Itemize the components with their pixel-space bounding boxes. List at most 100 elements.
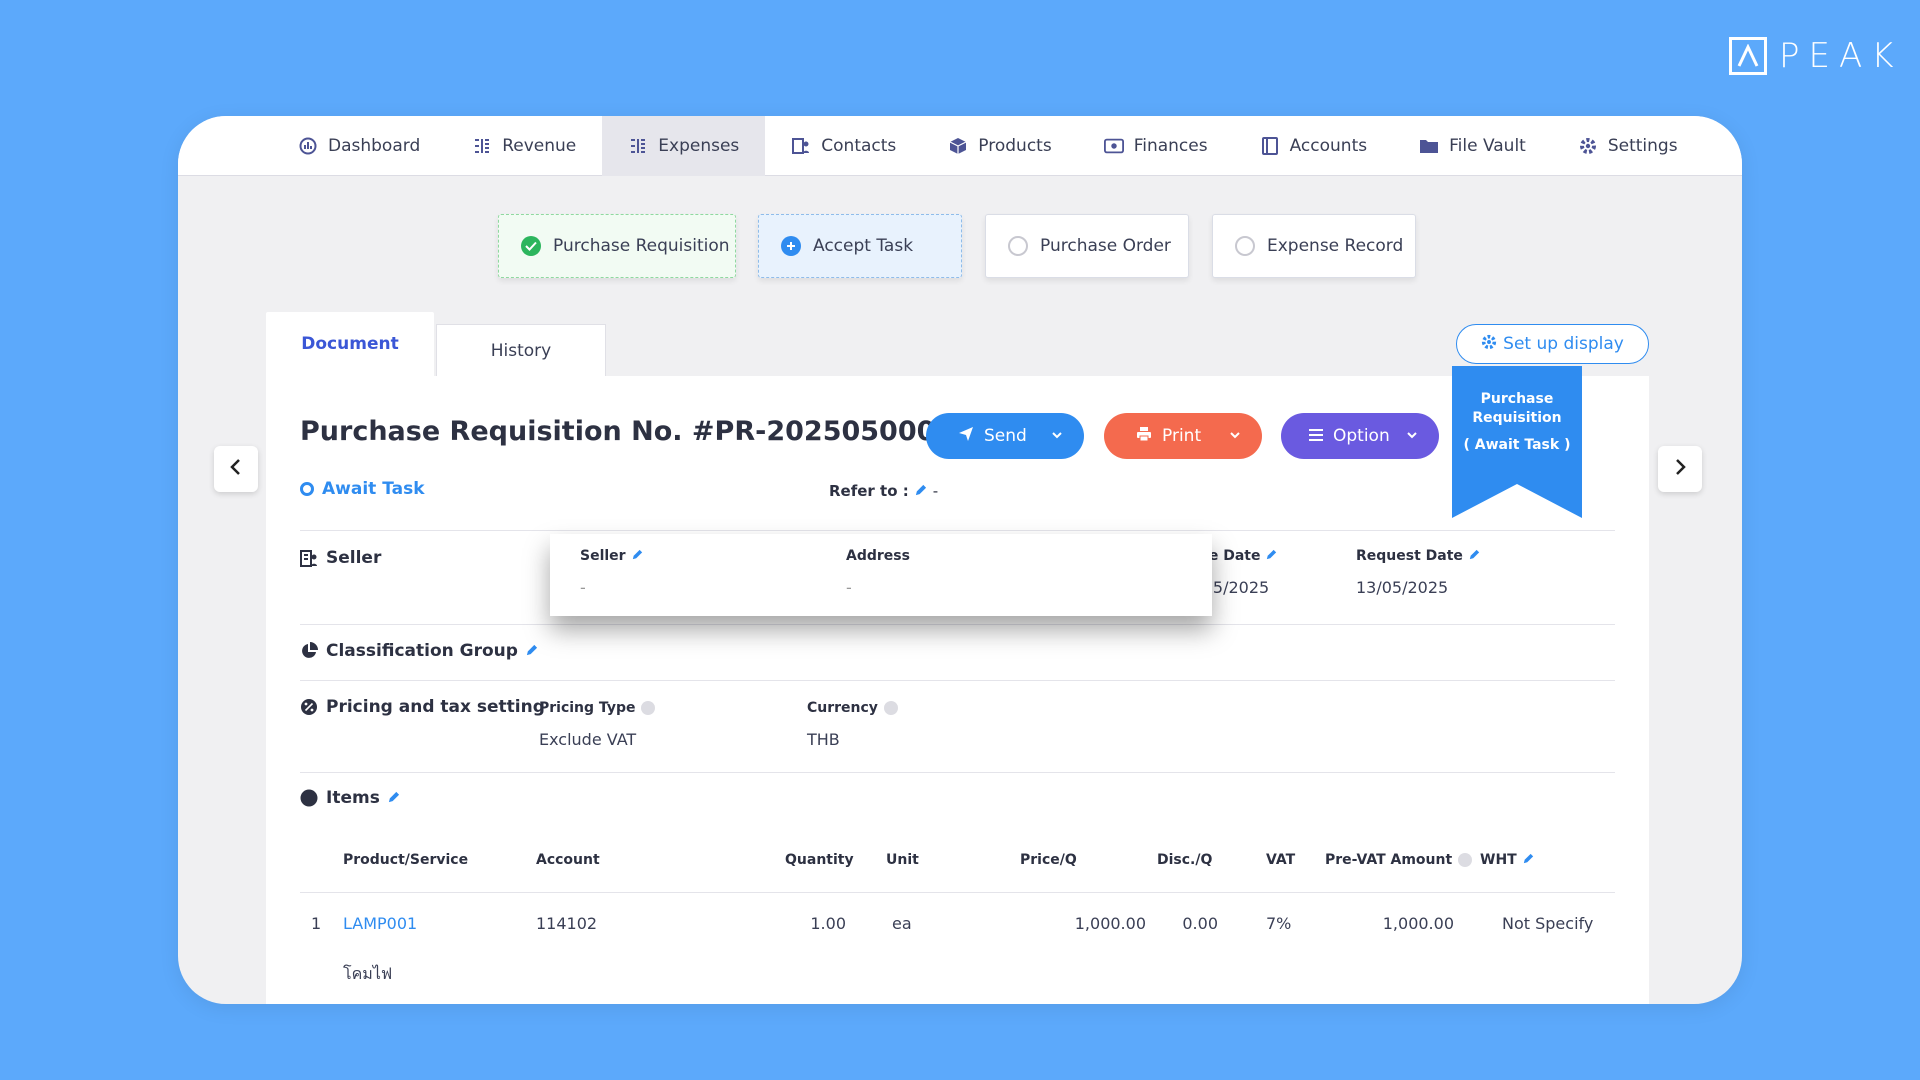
option-label: Option xyxy=(1333,426,1390,446)
tab-document[interactable]: Document xyxy=(266,312,434,376)
document-title: Purchase Requisition No. #PR-20250500001 xyxy=(300,416,994,447)
discount-value: 0.00 xyxy=(1182,914,1218,933)
refer-to-value: - xyxy=(932,482,939,500)
pricing-section-text: Pricing and tax setting xyxy=(326,697,545,717)
request-date-label-text: Request Date xyxy=(1356,548,1463,564)
pricing-type-label-text: Pricing Type xyxy=(539,700,636,716)
next-document-button[interactable] xyxy=(1658,446,1702,492)
price-value: 1,000.00 xyxy=(1074,914,1146,933)
pre-vat-value: 1,000.00 xyxy=(1382,914,1454,933)
step-expense-record[interactable]: Expense Record xyxy=(1212,214,1416,278)
pie-chart-icon xyxy=(300,642,318,660)
nav-contacts[interactable]: Contacts xyxy=(765,116,922,176)
top-navigation: Dashboard Revenue Expenses Contacts Prod… xyxy=(178,116,1742,176)
option-button[interactable]: Option xyxy=(1281,413,1439,459)
previous-document-button[interactable] xyxy=(214,446,258,492)
help-icon[interactable] xyxy=(641,701,656,715)
send-label: Send xyxy=(984,426,1027,446)
send-icon xyxy=(958,426,974,447)
send-button[interactable]: Send xyxy=(926,413,1084,459)
tab-history[interactable]: History xyxy=(436,324,606,378)
step-purchase-requisition[interactable]: Purchase Requisition xyxy=(498,214,736,278)
nav-label: Finances xyxy=(1133,135,1208,156)
folder-icon xyxy=(1419,136,1439,156)
chevron-down-icon xyxy=(1405,427,1419,447)
percent-badge-icon xyxy=(300,698,318,716)
nav-revenue[interactable]: Revenue xyxy=(446,116,602,176)
edit-icon[interactable] xyxy=(915,482,927,500)
nav-accounts[interactable]: Accounts xyxy=(1234,116,1394,176)
nav-label: Settings xyxy=(1607,135,1678,156)
edit-icon[interactable] xyxy=(1469,548,1480,564)
nav-label: Revenue xyxy=(502,135,577,156)
column-pre-vat: Pre-VAT Amount xyxy=(1325,852,1473,868)
peak-logo-icon xyxy=(1729,37,1767,75)
seller-popover: Seller - Address - xyxy=(550,534,1212,616)
app-window: Dashboard Revenue Expenses Contacts Prod… xyxy=(178,116,1742,1004)
divider xyxy=(300,530,1615,531)
chevron-down-icon xyxy=(1228,427,1242,447)
edit-icon[interactable] xyxy=(526,641,538,661)
nav-label: Contacts xyxy=(821,135,897,156)
nav-settings[interactable]: Settings xyxy=(1552,116,1704,176)
column-price: Price/Q xyxy=(1020,852,1077,868)
step-label: Purchase Order xyxy=(1040,236,1171,256)
print-icon xyxy=(1136,426,1152,447)
row-number: 1 xyxy=(311,914,322,933)
divider xyxy=(300,680,1615,681)
step-label: Accept Task xyxy=(813,236,914,256)
chevron-down-icon xyxy=(1050,427,1064,447)
column-vat: VAT xyxy=(1266,852,1296,868)
column-discount: Disc./Q xyxy=(1157,852,1213,868)
plus-circle-icon xyxy=(781,236,801,256)
accounts-icon xyxy=(1260,136,1280,156)
print-button[interactable]: Print xyxy=(1104,413,1262,459)
expenses-icon xyxy=(628,136,648,156)
gear-icon xyxy=(1481,334,1497,355)
column-product: Product/Service xyxy=(343,852,469,868)
setup-display-label: Set up display xyxy=(1503,334,1624,354)
edit-icon[interactable] xyxy=(1523,852,1534,868)
refer-to-label: Refer to : xyxy=(829,482,909,500)
edit-icon[interactable] xyxy=(1266,548,1277,564)
items-section-text: Items xyxy=(326,788,380,808)
nav-products[interactable]: Products xyxy=(922,116,1077,176)
nav-dashboard[interactable]: Dashboard xyxy=(272,116,446,176)
column-wht: WHT xyxy=(1480,852,1534,868)
status-ring-icon xyxy=(300,482,314,496)
setup-display-button[interactable]: Set up display xyxy=(1456,324,1649,364)
menu-icon xyxy=(1309,426,1323,446)
status-text: Await Task xyxy=(322,479,425,499)
step-purchase-order[interactable]: Purchase Order xyxy=(985,214,1189,278)
edit-icon[interactable] xyxy=(388,788,400,808)
nav-file-vault[interactable]: File Vault xyxy=(1393,116,1552,176)
step-accept-task[interactable]: Accept Task xyxy=(758,214,962,278)
edit-icon[interactable] xyxy=(632,548,643,564)
pricing-type-value: Exclude VAT xyxy=(539,730,637,749)
check-circle-icon xyxy=(521,236,541,256)
column-quantity: Quantity xyxy=(785,852,854,868)
classification-section-label: Classification Group xyxy=(300,641,538,661)
nav-expenses[interactable]: Expenses xyxy=(602,116,766,176)
wht-value: Not Specify xyxy=(1502,914,1594,933)
document-card: Purchase Requisition No. #PR-20250500001… xyxy=(266,376,1649,1004)
divider xyxy=(300,772,1615,773)
empty-circle-icon xyxy=(1008,236,1028,256)
seller-section-text: Seller xyxy=(326,548,382,568)
seller-field-label: Seller xyxy=(580,548,643,564)
seller-value: - xyxy=(580,578,586,597)
nav-finances[interactable]: Finances xyxy=(1078,116,1234,176)
product-link[interactable]: LAMP001 xyxy=(343,914,417,933)
request-date-value: 13/05/2025 xyxy=(1356,578,1449,597)
column-wht-text: WHT xyxy=(1480,852,1517,868)
nav-label: Accounts xyxy=(1289,135,1368,156)
chevron-right-icon xyxy=(1673,458,1687,480)
chevron-left-icon xyxy=(229,458,243,480)
currency-value: THB xyxy=(807,730,840,749)
nav-label: File Vault xyxy=(1449,135,1526,156)
status-indicator: Await Task xyxy=(300,479,425,499)
help-icon[interactable] xyxy=(1458,853,1473,867)
circle-icon xyxy=(300,789,318,807)
help-icon[interactable] xyxy=(883,701,898,715)
column-unit: Unit xyxy=(886,852,919,868)
